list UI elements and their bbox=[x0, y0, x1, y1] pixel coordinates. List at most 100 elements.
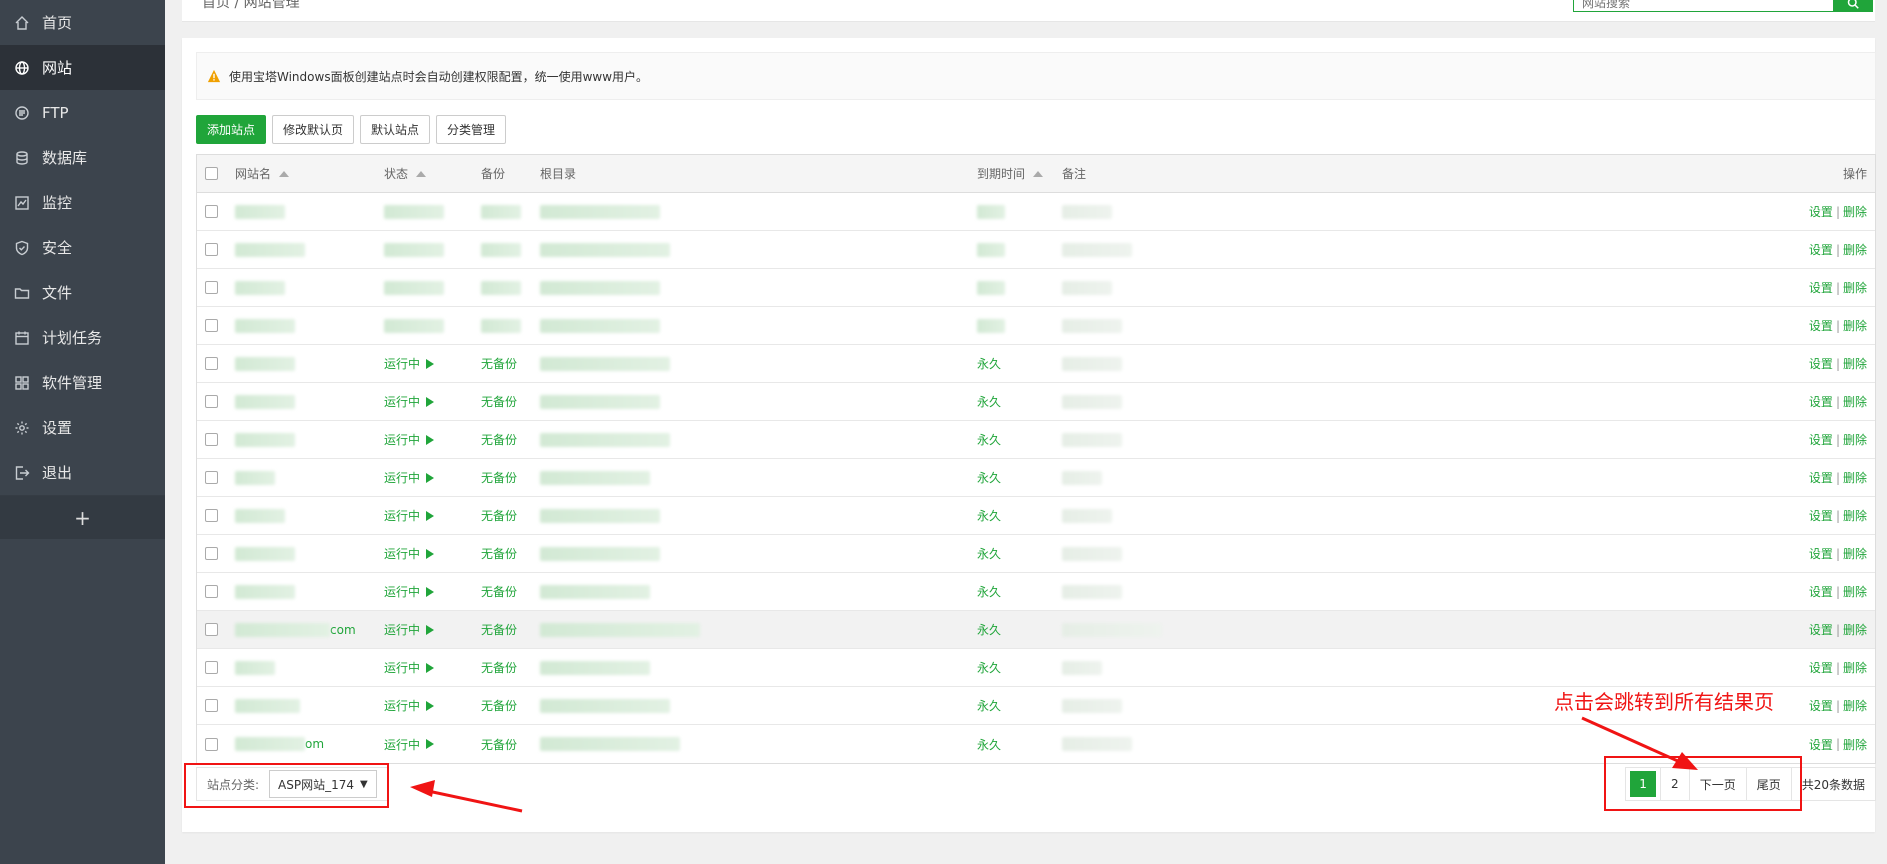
settings-link[interactable]: 设置 bbox=[1809, 431, 1833, 448]
sidebar-item-3[interactable]: 数据库 bbox=[0, 135, 165, 180]
row-checkbox[interactable] bbox=[205, 623, 218, 636]
default-site-button[interactable]: 默认站点 bbox=[360, 115, 431, 144]
search-button[interactable] bbox=[1833, 0, 1873, 12]
delete-link[interactable]: 删除 bbox=[1843, 545, 1867, 562]
sidebar-item-2[interactable]: FTP bbox=[0, 90, 165, 135]
sidebar-item-4[interactable]: 监控 bbox=[0, 180, 165, 225]
delete-link[interactable]: 删除 bbox=[1843, 355, 1867, 372]
status-text[interactable]: 运行中 bbox=[384, 736, 420, 753]
sidebar-item-0[interactable]: 首页 bbox=[0, 0, 165, 45]
row-checkbox[interactable] bbox=[205, 243, 218, 256]
category-manage-button[interactable]: 分类管理 bbox=[436, 115, 507, 144]
settings-link[interactable]: 设置 bbox=[1809, 507, 1833, 524]
expire-text[interactable]: 永久 bbox=[977, 697, 1001, 714]
sidebar-item-5[interactable]: 安全 bbox=[0, 225, 165, 270]
backup-text[interactable]: 无备份 bbox=[481, 469, 517, 486]
status-text[interactable]: 运行中 bbox=[384, 507, 420, 524]
row-checkbox[interactable] bbox=[205, 319, 218, 332]
delete-link[interactable]: 删除 bbox=[1843, 507, 1867, 524]
expire-text[interactable]: 永久 bbox=[977, 621, 1001, 638]
expire-text[interactable]: 永久 bbox=[977, 659, 1001, 676]
delete-link[interactable]: 删除 bbox=[1843, 317, 1867, 334]
settings-link[interactable]: 设置 bbox=[1809, 469, 1833, 486]
select-all-checkbox[interactable] bbox=[205, 167, 218, 180]
row-checkbox[interactable] bbox=[205, 585, 218, 598]
delete-link[interactable]: 删除 bbox=[1843, 736, 1867, 753]
sidebar-item-1[interactable]: 网站 bbox=[0, 45, 165, 90]
backup-text[interactable]: 无备份 bbox=[481, 507, 517, 524]
backup-text[interactable]: 无备份 bbox=[481, 736, 517, 753]
row-checkbox[interactable] bbox=[205, 547, 218, 560]
expire-text[interactable]: 永久 bbox=[977, 736, 1001, 753]
status-text[interactable]: 运行中 bbox=[384, 659, 420, 676]
site-name[interactable] bbox=[235, 307, 295, 344]
delete-link[interactable]: 删除 bbox=[1843, 203, 1867, 220]
settings-link[interactable]: 设置 bbox=[1809, 583, 1833, 600]
sidebar-item-7[interactable]: 计划任务 bbox=[0, 315, 165, 360]
settings-link[interactable]: 设置 bbox=[1809, 355, 1833, 372]
row-checkbox[interactable] bbox=[205, 471, 218, 484]
site-name[interactable] bbox=[235, 687, 300, 724]
delete-link[interactable]: 删除 bbox=[1843, 393, 1867, 410]
site-name[interactable]: om bbox=[235, 725, 324, 763]
site-name[interactable]: com bbox=[235, 611, 356, 648]
status-text[interactable]: 运行中 bbox=[384, 431, 420, 448]
header-expire[interactable]: 到期时间 bbox=[977, 155, 1044, 192]
backup-text[interactable]: 无备份 bbox=[481, 545, 517, 562]
row-checkbox[interactable] bbox=[205, 433, 218, 446]
delete-link[interactable]: 删除 bbox=[1843, 583, 1867, 600]
site-name[interactable] bbox=[235, 269, 285, 306]
status-text[interactable]: 运行中 bbox=[384, 393, 420, 410]
expire-text[interactable]: 永久 bbox=[977, 469, 1001, 486]
sidebar-add-button[interactable]: + bbox=[0, 495, 165, 539]
backup-text[interactable]: 无备份 bbox=[481, 393, 517, 410]
expire-text[interactable]: 永久 bbox=[977, 583, 1001, 600]
row-checkbox[interactable] bbox=[205, 699, 218, 712]
site-name[interactable] bbox=[235, 649, 275, 686]
backup-text[interactable]: 无备份 bbox=[481, 697, 517, 714]
site-name-text[interactable]: om bbox=[305, 737, 324, 751]
status-text[interactable]: 运行中 bbox=[384, 545, 420, 562]
settings-link[interactable]: 设置 bbox=[1809, 317, 1833, 334]
settings-link[interactable]: 设置 bbox=[1809, 621, 1833, 638]
expire-text[interactable]: 永久 bbox=[977, 393, 1001, 410]
settings-link[interactable]: 设置 bbox=[1809, 241, 1833, 258]
row-checkbox[interactable] bbox=[205, 281, 218, 294]
site-name[interactable] bbox=[235, 193, 285, 230]
modify-default-page-button[interactable]: 修改默认页 bbox=[272, 115, 355, 144]
delete-link[interactable]: 删除 bbox=[1843, 621, 1867, 638]
site-name[interactable] bbox=[235, 573, 295, 610]
settings-link[interactable]: 设置 bbox=[1809, 393, 1833, 410]
status-text[interactable]: 运行中 bbox=[384, 621, 420, 638]
status-text[interactable]: 运行中 bbox=[384, 583, 420, 600]
delete-link[interactable]: 删除 bbox=[1843, 279, 1867, 296]
row-checkbox[interactable] bbox=[205, 737, 218, 751]
sidebar-item-10[interactable]: 退出 bbox=[0, 450, 165, 495]
backup-text[interactable]: 无备份 bbox=[481, 431, 517, 448]
settings-link[interactable]: 设置 bbox=[1809, 697, 1833, 714]
sidebar-item-8[interactable]: 软件管理 bbox=[0, 360, 165, 405]
delete-link[interactable]: 删除 bbox=[1843, 697, 1867, 714]
delete-link[interactable]: 删除 bbox=[1843, 469, 1867, 486]
expire-text[interactable]: 永久 bbox=[977, 507, 1001, 524]
status-text[interactable]: 运行中 bbox=[384, 355, 420, 372]
backup-text[interactable]: 无备份 bbox=[481, 659, 517, 676]
status-text[interactable]: 运行中 bbox=[384, 697, 420, 714]
settings-link[interactable]: 设置 bbox=[1809, 545, 1833, 562]
header-status[interactable]: 状态 bbox=[384, 155, 427, 192]
row-checkbox[interactable] bbox=[205, 395, 218, 408]
site-name[interactable] bbox=[235, 535, 295, 572]
row-checkbox[interactable] bbox=[205, 205, 218, 218]
site-name[interactable] bbox=[235, 345, 295, 382]
status-text[interactable]: 运行中 bbox=[384, 469, 420, 486]
site-name[interactable] bbox=[235, 421, 295, 458]
delete-link[interactable]: 删除 bbox=[1843, 659, 1867, 676]
delete-link[interactable]: 删除 bbox=[1843, 241, 1867, 258]
expire-text[interactable]: 永久 bbox=[977, 545, 1001, 562]
expire-text[interactable]: 永久 bbox=[977, 355, 1001, 372]
add-site-button[interactable]: 添加站点 bbox=[196, 115, 267, 144]
site-name[interactable] bbox=[235, 497, 285, 534]
site-name[interactable] bbox=[235, 231, 305, 268]
row-checkbox[interactable] bbox=[205, 661, 218, 674]
backup-text[interactable]: 无备份 bbox=[481, 621, 517, 638]
